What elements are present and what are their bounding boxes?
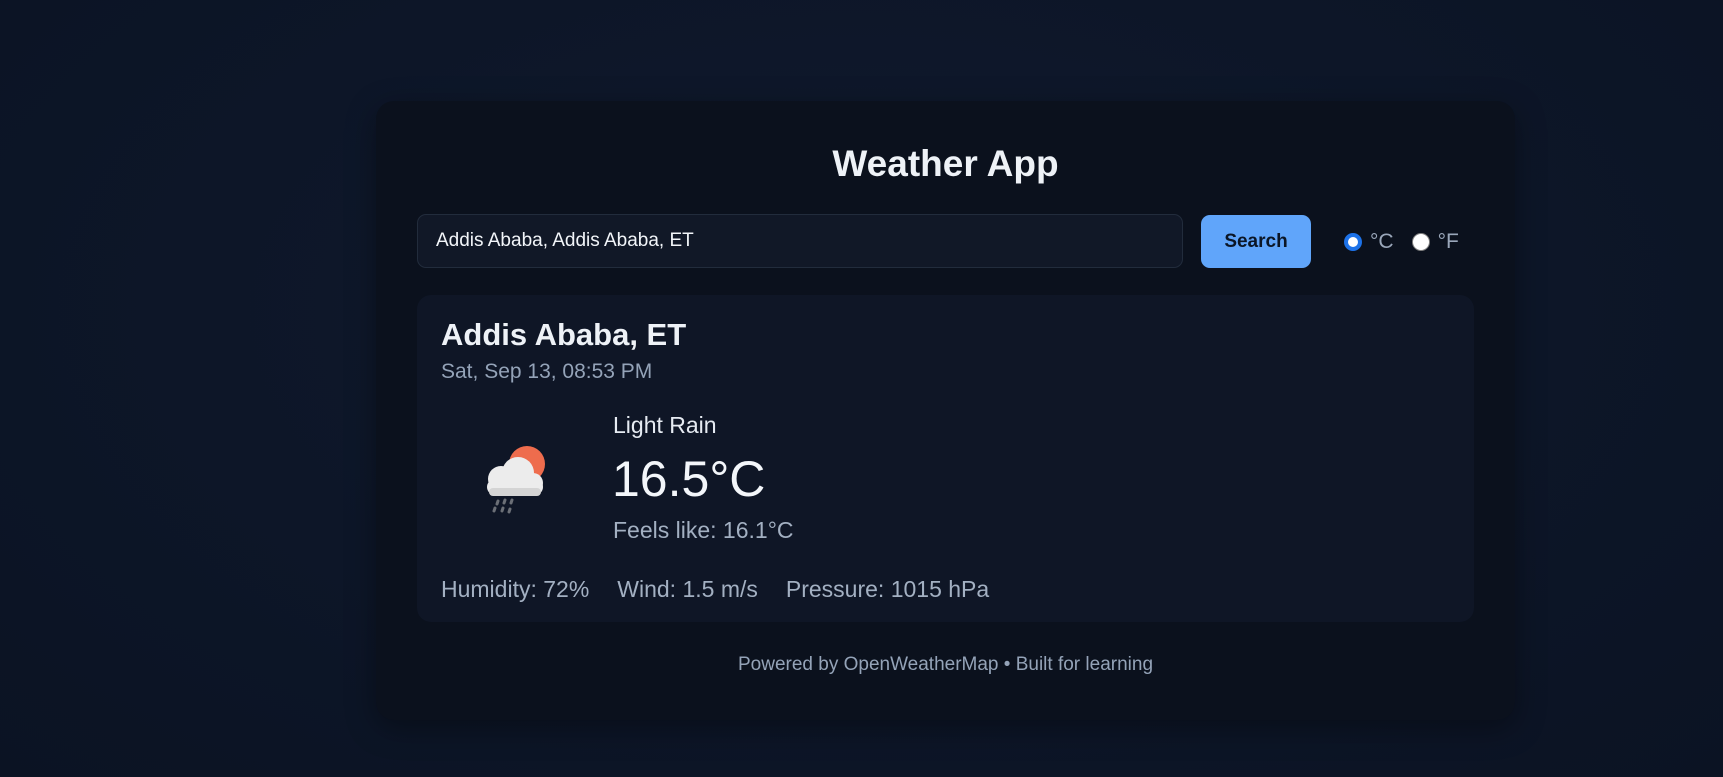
- app-title: Weather App: [832, 143, 1059, 184]
- search-button[interactable]: Search: [1201, 215, 1311, 268]
- humidity-stat: Humidity: 72%: [441, 576, 590, 602]
- weather-condition: Light Rain: [613, 412, 717, 438]
- current-weather-panel: Addis Ababa, ET Sat, Sep 13, 08:53 PM Li…: [417, 295, 1474, 622]
- temperature-value: 16.5°C: [612, 451, 766, 507]
- fahrenheit-radio[interactable]: [1411, 233, 1430, 251]
- unit-option-fahrenheit[interactable]: °F: [1411, 230, 1459, 254]
- footer-text: Powered by OpenWeatherMap • Built for le…: [737, 654, 1154, 675]
- city-name: Addis Ababa, ET: [441, 317, 687, 352]
- celsius-radio[interactable]: [1344, 233, 1362, 251]
- pressure-stat: Pressure: 1015 hPa: [785, 576, 990, 602]
- search-input[interactable]: [417, 214, 1183, 268]
- wind-stat: Wind: 1.5 m/s: [617, 576, 758, 602]
- cloud-sun-rain-icon: [487, 446, 545, 514]
- weather-stats: Humidity: 72% Wind: 1.5 m/s Pressure: 10…: [441, 576, 1017, 603]
- weather-card: Weather App Search °C °F Addis Ababa, ET…: [376, 101, 1515, 720]
- celsius-label: °C: [1370, 230, 1394, 253]
- unit-option-celsius[interactable]: °C: [1344, 230, 1394, 254]
- unit-toggle: °C °F: [1344, 228, 1477, 256]
- feels-like: Feels like: 16.1°C: [613, 517, 794, 543]
- date-time: Sat, Sep 13, 08:53 PM: [441, 360, 653, 383]
- fahrenheit-label: °F: [1437, 230, 1459, 253]
